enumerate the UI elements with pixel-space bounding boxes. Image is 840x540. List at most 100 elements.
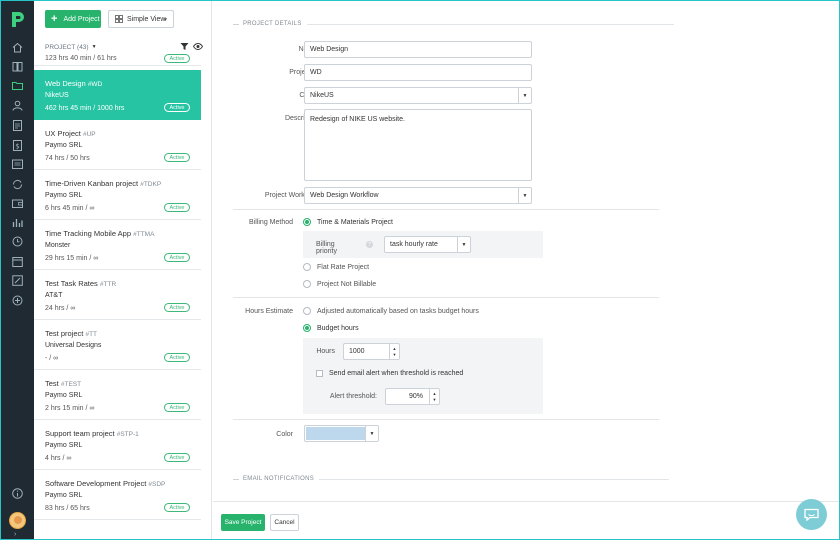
project-title: Time Tracking Mobile App [45,229,132,238]
list-item[interactable]: Support team project #STP-1 Paymo SRL 4 … [34,420,201,470]
radio-icon [303,307,311,315]
section-title: EMAIL NOTIFICATIONS [243,476,315,482]
threshold-input[interactable]: 90% ▲ ▼ [385,388,440,405]
status-badge: Active [164,303,190,312]
threshold-stepper[interactable]: ▲ ▼ [429,389,439,404]
billing-priority-value: task hourly rate [390,241,438,248]
project-hours: 6 hrs 45 min / ∞ [45,205,95,212]
chevron-down-icon[interactable]: ▼ [518,88,531,103]
description-input[interactable]: Redesign of NIKE US website. [304,109,532,181]
info-icon[interactable] [11,487,24,500]
color-picker[interactable]: ▼ [304,425,379,442]
chat-button[interactable] [796,499,827,530]
project-code: #UP [82,131,96,138]
list-item[interactable]: Test Task Rates #TTR AT&T 24 hrs / ∞ Act… [34,270,201,320]
project-client: NikeUS [45,92,69,99]
billing-flat-label: Flat Rate Project [317,263,370,271]
project-code: #STP-1 [116,431,139,438]
list-item[interactable]: 123 hrs 40 min / 61 hrs Active [34,53,201,66]
add-project-label: Add Project [63,15,100,23]
divider [233,419,659,420]
presentation-icon[interactable] [11,158,24,171]
billing-tm-label: Time & Materials Project [317,218,393,226]
project-client: AT&T [45,292,63,299]
radio-selected-icon [303,324,311,332]
hours-stepper[interactable]: ▲ ▼ [389,344,399,359]
project-list-header[interactable]: PROJECT (43) ▼ [45,42,205,52]
hours-auto-radio[interactable]: Adjusted automatically based on tasks bu… [303,307,479,315]
chevron-down-icon[interactable]: ▼ [518,188,531,203]
hours-budget-radio[interactable]: Budget hours [303,324,359,332]
home-icon[interactable] [11,41,24,54]
project-code: #TTMA [133,231,155,238]
chevron-down-icon[interactable]: ▼ [365,426,378,441]
document-icon[interactable] [11,119,24,132]
billing-flat-radio[interactable]: Flat Rate Project [303,263,369,271]
user-avatar[interactable] [9,512,26,529]
divider [233,297,659,298]
status-badge: Active [164,253,190,262]
save-project-button[interactable]: Save Project [221,514,265,531]
project-hours: 2 hrs 15 min / ∞ [45,405,95,412]
project-list-panel: + Add Project Simple View ▼ PROJECT (43)… [34,1,244,539]
list-item[interactable]: UX Project #UP Paymo SRL 74 hrs / 50 hrs… [34,120,201,170]
project-hours: 123 hrs 40 min / 61 hrs [45,55,117,62]
filter-icon[interactable] [180,42,189,51]
project-id-input[interactable]: WD [304,64,532,81]
list-item[interactable]: Software Development Project #SDP Paymo … [34,470,201,520]
book-icon[interactable] [11,60,24,73]
project-title: Test project [45,329,84,338]
email-alert-checkbox[interactable]: Send email alert when threshold is reach… [316,370,463,377]
calendar-icon[interactable] [11,255,24,268]
hours-input-value: 1000 [349,348,365,355]
project-client: Monster [45,242,71,249]
project-code: #WD [87,81,103,88]
radio-icon [303,280,311,288]
eye-icon[interactable] [193,42,203,51]
project-hours: - / ∞ [45,355,59,362]
workflow-select[interactable]: Web Design Workflow ▼ [304,187,532,204]
status-badge: Active [164,203,190,212]
edit-icon[interactable] [11,274,24,287]
view-select[interactable]: Simple View ▼ [108,10,174,28]
radio-selected-icon [303,218,311,226]
list-item[interactable]: Test project #TT Universal Designs - / ∞… [34,320,201,370]
paymo-logo[interactable] [10,10,26,28]
list-item[interactable]: Time-Driven Kanban project #TDKP Paymo S… [34,170,201,220]
billing-not-billable-radio[interactable]: Project Not Billable [303,280,376,288]
cancel-button[interactable]: Cancel [270,514,299,531]
client-select[interactable]: NikeUS ▼ [304,87,532,104]
stepper-down-icon[interactable]: ▼ [393,352,397,358]
status-badge: Active [164,353,190,362]
project-list[interactable]: 123 hrs 40 min / 61 hrs Active Web Desig… [34,53,212,533]
project-code: #SDP [148,481,166,488]
add-project-button[interactable]: + Add Project [45,10,101,28]
project-title: UX Project [45,129,81,138]
billing-priority-select[interactable]: task hourly rate ▼ [384,236,471,253]
bar-chart-icon[interactable] [11,216,24,229]
project-code: #TDKP [140,181,162,188]
project-client: Paymo SRL [45,142,83,149]
hours-budget-label: Budget hours [317,324,359,332]
folder-icon[interactable] [11,79,24,92]
hours-input[interactable]: 1000 ▲ ▼ [343,343,400,360]
clock-icon[interactable] [11,235,24,248]
section-email-notifications[interactable]: EMAIL NOTIFICATIONS [233,476,670,482]
add-circle-icon[interactable] [11,294,24,307]
list-item[interactable]: Time Tracking Mobile App #TTMA Monster 2… [34,220,201,270]
threshold-input-value: 90% [408,393,423,400]
section-title: PROJECT DETAILS [243,21,302,27]
user-icon[interactable] [11,99,24,112]
stepper-down-icon[interactable]: ▼ [433,397,437,403]
name-input[interactable]: Web Design [304,41,532,58]
dollar-icon[interactable]: $ [11,139,24,152]
help-icon[interactable]: ? [366,241,373,248]
expand-nav-icon[interactable]: › [14,531,16,538]
billing-tm-radio[interactable]: Time & Materials Project [303,218,393,226]
chevron-down-icon[interactable]: ▼ [457,237,470,252]
list-toolbar: + Add Project Simple View ▼ [34,1,212,37]
list-item[interactable]: Test #TEST Paymo SRL 2 hrs 15 min / ∞ Ac… [34,370,201,420]
sync-icon[interactable] [11,178,24,191]
list-item[interactable]: Web Design #WD NikeUS 462 hrs 45 min / 1… [34,70,201,120]
wallet-icon[interactable] [11,197,24,210]
